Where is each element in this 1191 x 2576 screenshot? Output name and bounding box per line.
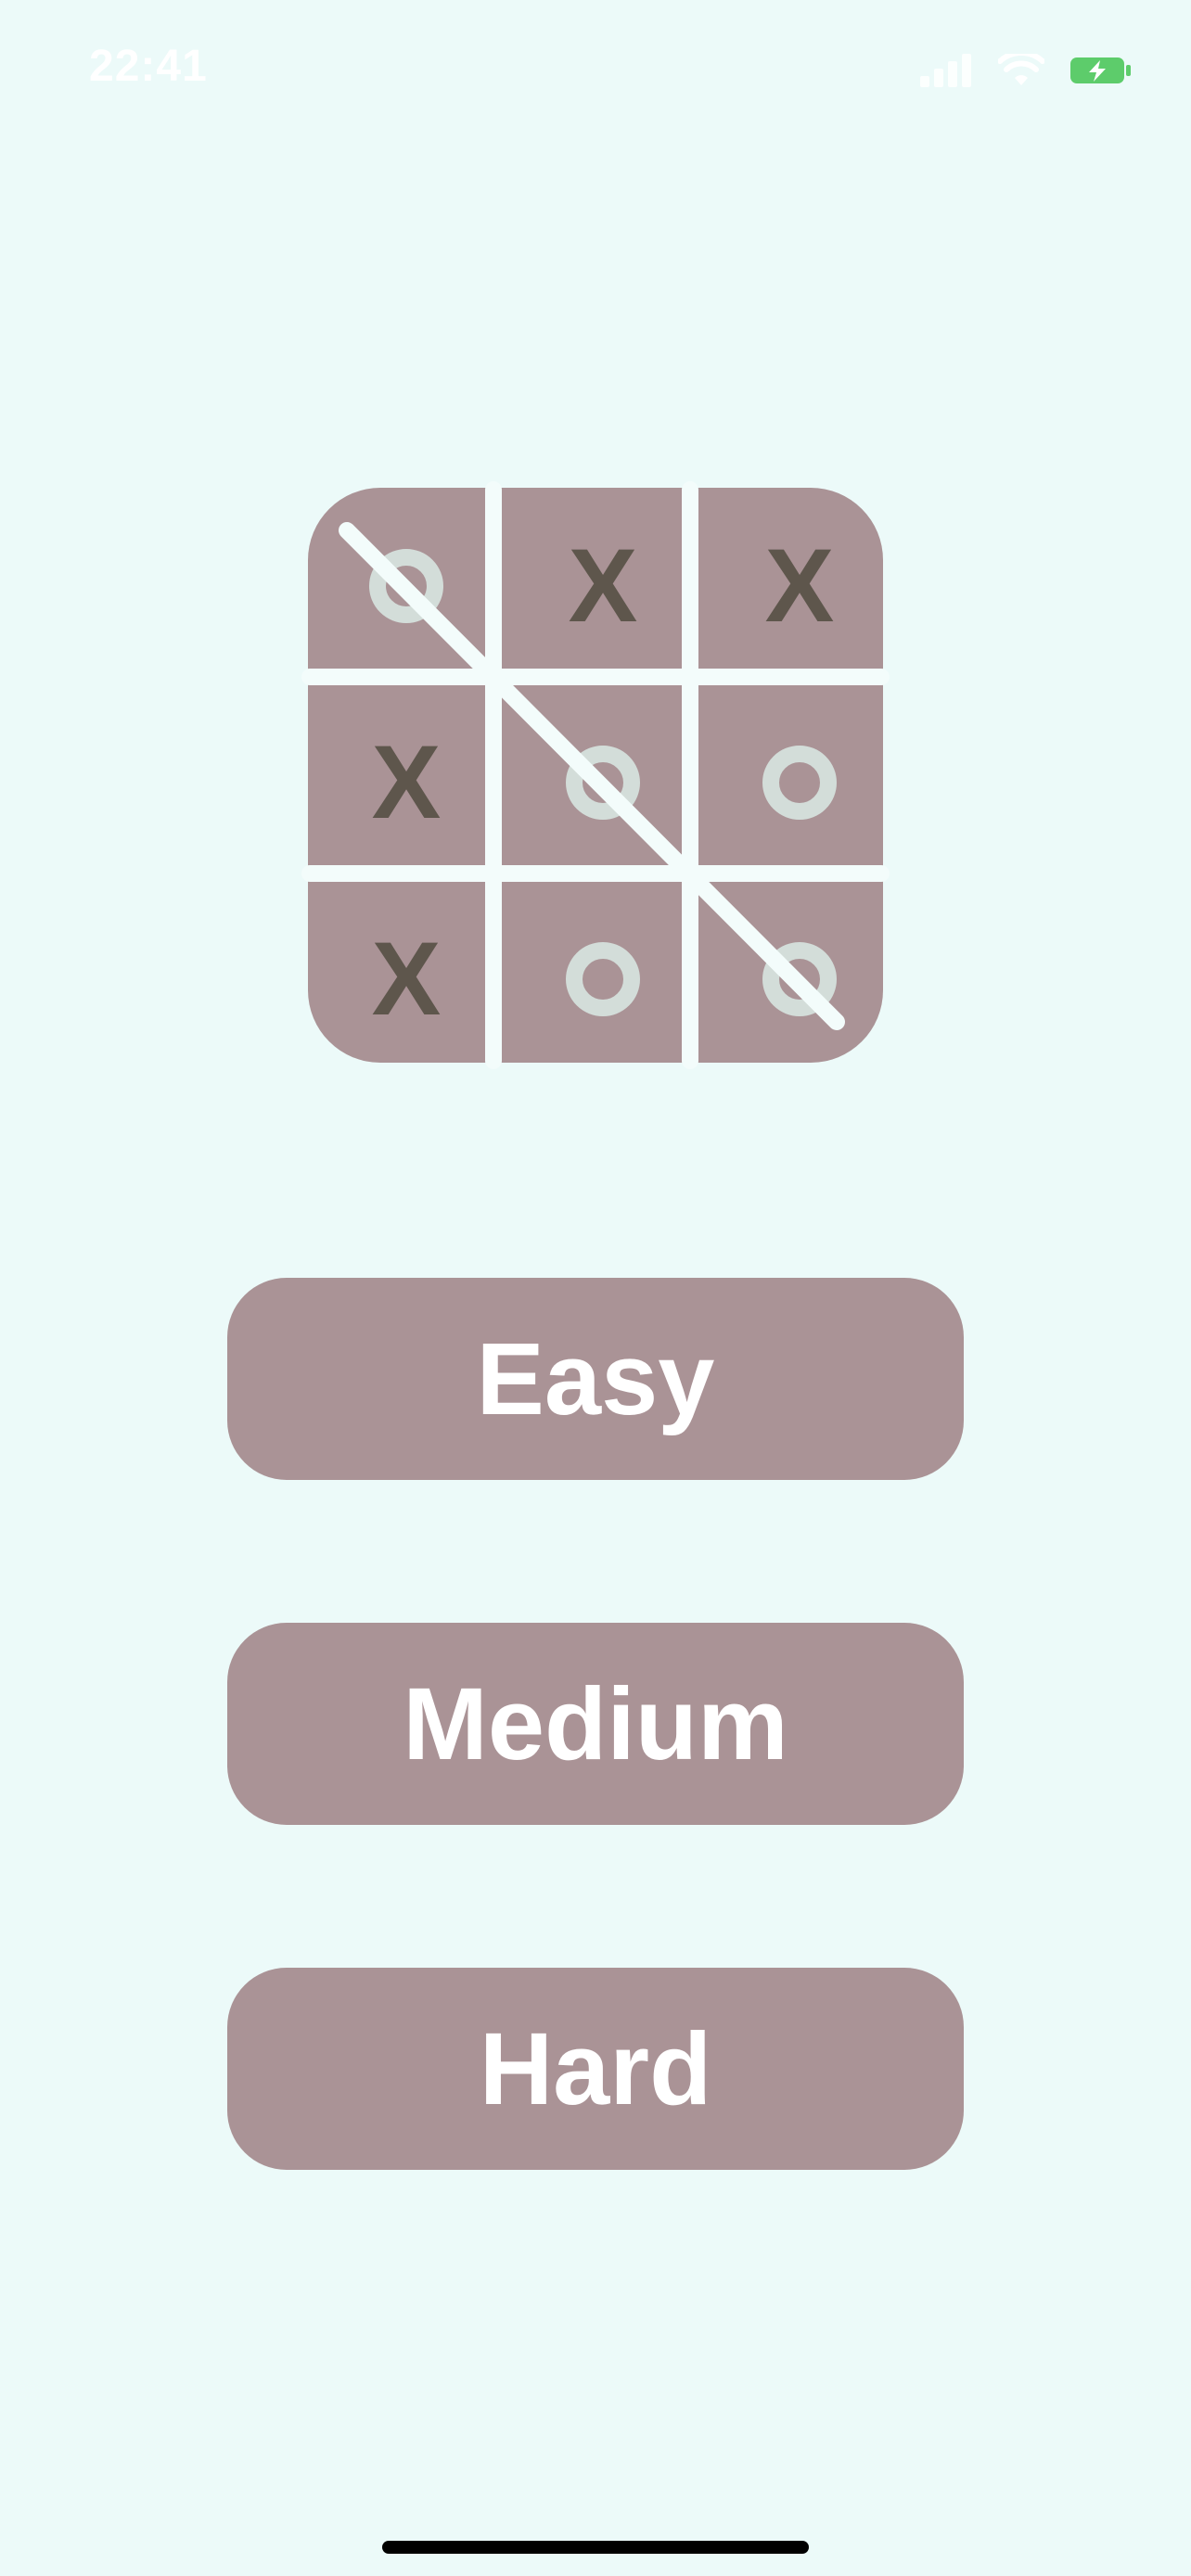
status-bar: 22:41 — [0, 0, 1191, 139]
winning-line — [339, 522, 845, 1030]
status-time: 22:41 — [89, 42, 208, 91]
medium-button[interactable]: Medium — [227, 1623, 964, 1825]
cellular-signal-icon — [920, 54, 972, 87]
screen: 22:41 X X X X Easy Medium Hard — [0, 0, 1191, 2576]
status-icons — [920, 54, 1132, 87]
wifi-icon — [998, 54, 1044, 87]
hard-button-label: Hard — [479, 2011, 712, 2126]
battery-charging-icon — [1070, 56, 1132, 85]
hard-button[interactable]: Hard — [227, 1968, 964, 2170]
tic-tac-toe-board: X X X X — [301, 481, 890, 1069]
medium-button-label: Medium — [403, 1666, 788, 1781]
easy-button[interactable]: Easy — [227, 1278, 964, 1480]
board-grid-lines — [301, 481, 890, 1069]
easy-button-label: Easy — [476, 1321, 715, 1436]
home-indicator[interactable] — [382, 2541, 809, 2554]
